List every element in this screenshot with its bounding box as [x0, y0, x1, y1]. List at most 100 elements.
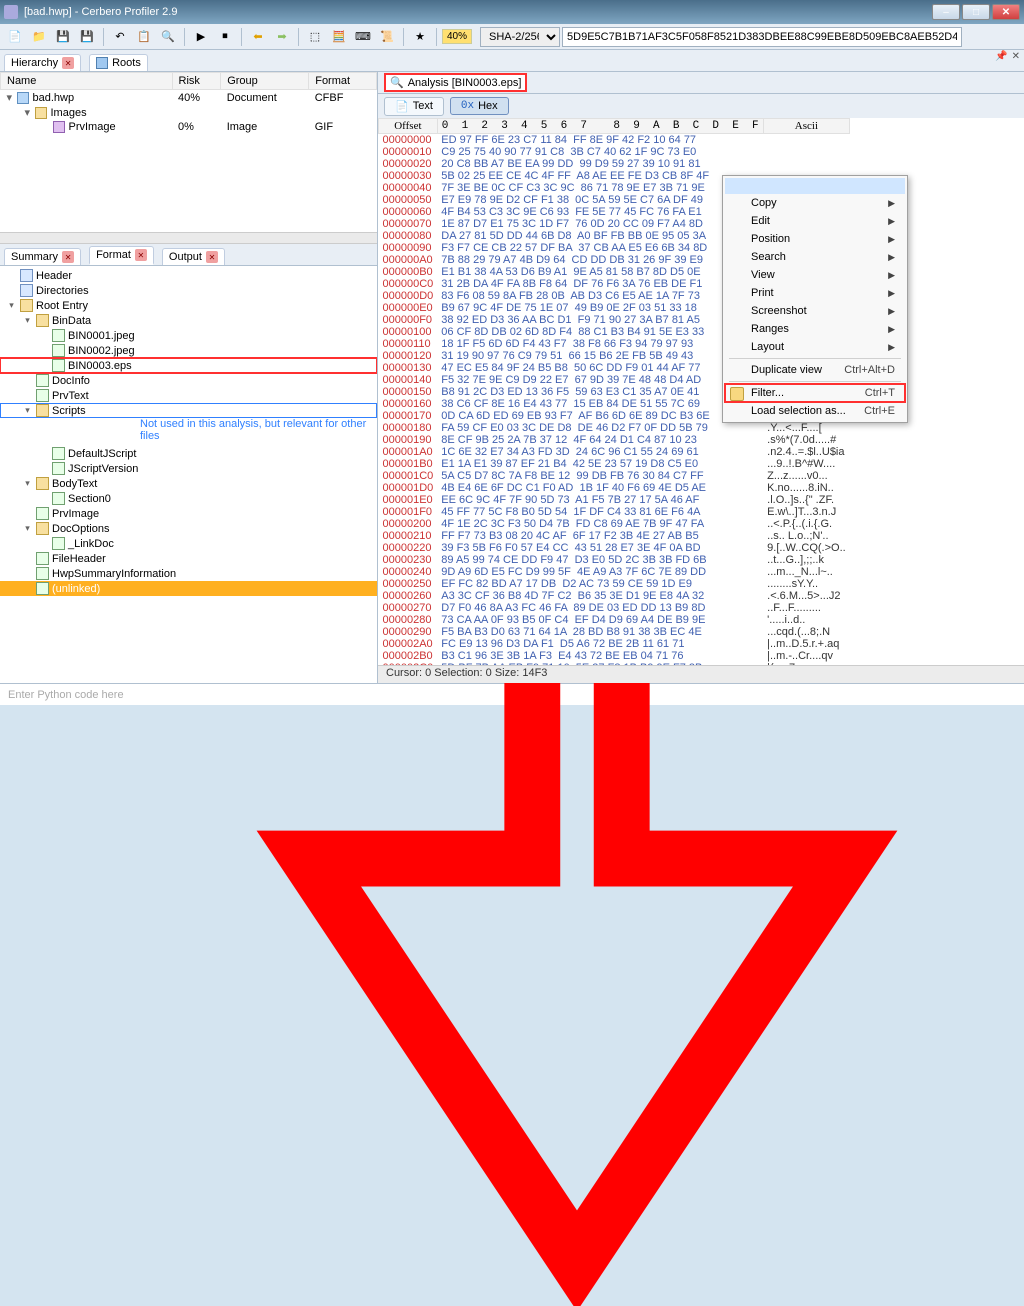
hex-row[interactable]: 00000270D7 F0 46 8A A3 FC 46 FA 89 DE 03… [379, 602, 850, 614]
save-as-icon[interactable]: 💾 [76, 27, 98, 47]
tree-item[interactable]: BIN0001.jpeg [0, 328, 377, 343]
table-row[interactable]: ▾Images [1, 105, 377, 120]
hex-row[interactable]: 0000028073 CA AA 0F 93 B5 0F C4 EF D4 D9… [379, 614, 850, 626]
hex-row[interactable]: 000001A01C 6E 32 E7 34 A3 FD 3D 24 6C 96… [379, 446, 850, 458]
tab-output[interactable]: Output✕ [162, 248, 225, 265]
tab-summary[interactable]: Summary✕ [4, 248, 81, 265]
script-icon[interactable]: 📜 [376, 27, 398, 47]
hex-row[interactable]: 000002409D A9 6D E5 FC D9 99 5F 4E A9 A3… [379, 566, 850, 578]
analysis-chip[interactable]: 🔍 Analysis [BIN0003.eps] [384, 73, 527, 92]
tree-item[interactable]: _LinkDoc [0, 536, 377, 551]
col-risk[interactable]: Risk [172, 73, 221, 90]
hex-icon[interactable]: ⬚ [304, 27, 326, 47]
tree-item[interactable]: FileHeader [0, 551, 377, 566]
nav-fwd-icon[interactable]: ➡ [271, 27, 293, 47]
terminal-icon[interactable]: ⌨ [352, 27, 374, 47]
format-tree[interactable]: HeaderDirectories▾Root Entry▾BinDataBIN0… [0, 266, 377, 683]
view-text-button[interactable]: 📄Text [384, 97, 444, 116]
hex-row[interactable]: 000001D04B E4 6E 6F DC C1 F0 AD 1B 1F 40… [379, 482, 850, 494]
undo-icon[interactable]: ↶ [109, 27, 131, 47]
ctx-load-selection[interactable]: Load selection as...Ctrl+E [725, 402, 905, 420]
hex-view[interactable]: Offset 0 1 2 3 4 5 6 7 8 9 A B C D E F A… [378, 118, 1024, 665]
ctx-layout[interactable]: Layout▶ [725, 338, 905, 356]
ctx-ranges[interactable]: Ranges▶ [725, 320, 905, 338]
col-name[interactable]: Name [1, 73, 173, 90]
run-icon[interactable]: ▶ [190, 27, 212, 47]
save-icon[interactable]: 💾 [52, 27, 74, 47]
tree-item[interactable]: HwpSummaryInformation [0, 566, 377, 581]
hex-row[interactable]: 000002C05D BF 7B AA EB F9 71 10 5E 37 F8… [379, 662, 850, 665]
tree-item[interactable]: ▾DocOptions [0, 521, 377, 536]
hash-value-field[interactable] [562, 27, 962, 47]
maximize-button[interactable]: □ [962, 4, 990, 20]
hex-row[interactable]: 00000290F5 BA B3 D0 63 71 64 1A 28 BD B8… [379, 626, 850, 638]
tree-item[interactable]: ▾Root Entry [0, 298, 377, 313]
new-icon[interactable]: 📄 [4, 27, 26, 47]
minimize-button[interactable]: – [932, 4, 960, 20]
python-input[interactable]: Enter Python code here [0, 683, 1024, 705]
hex-row[interactable]: 000002B0B3 C1 96 3E 3B 1A F3 E4 43 72 BE… [379, 650, 850, 662]
ctx-search[interactable]: Search▶ [725, 248, 905, 266]
close-button[interactable]: ✕ [992, 4, 1020, 20]
table-row[interactable]: ▾bad.hwp40%DocumentCFBF [1, 90, 377, 106]
hex-row[interactable]: 00000010C9 25 75 40 90 77 91 C8 3B C7 40… [379, 146, 850, 158]
tree-item[interactable]: Directories [0, 283, 377, 298]
tree-item[interactable]: BIN0003.eps [0, 358, 377, 373]
hex-row[interactable]: 00000260A3 3C CF 36 B8 4D 7F C2 B6 35 3E… [379, 590, 850, 602]
tab-format[interactable]: Format✕ [89, 246, 154, 265]
tree-item[interactable]: JScriptVersion [0, 461, 377, 476]
panel-close-icon[interactable]: ✕ [1012, 51, 1020, 62]
tab-roots[interactable]: Roots [89, 54, 148, 71]
hex-row[interactable]: 0000023089 A5 99 74 CE DD F9 47 D3 E0 5D… [379, 554, 850, 566]
close-icon[interactable]: ✕ [206, 251, 218, 263]
ctx-position[interactable]: Position▶ [725, 230, 905, 248]
hex-row[interactable]: 000001B0E1 1A E1 39 87 EF 21 B4 42 5E 23… [379, 458, 850, 470]
ctx-selected-blank[interactable] [725, 178, 905, 194]
tab-hierarchy[interactable]: Hierarchy ✕ [4, 54, 81, 71]
close-icon[interactable]: ✕ [135, 249, 147, 261]
view-hex-button[interactable]: 0xHex [450, 97, 509, 115]
bookmark-icon[interactable]: ★ [409, 27, 431, 47]
hex-row[interactable]: 00000000ED 97 FF 6E 23 C7 11 84 FF 8E 9F… [379, 134, 850, 147]
pin-icon[interactable]: 📌 [995, 51, 1007, 62]
close-icon[interactable]: ✕ [62, 251, 74, 263]
hex-row[interactable]: 000001C05A C5 D7 8C 7A F8 BE 12 99 DB FB… [379, 470, 850, 482]
copy-icon[interactable]: 📋 [133, 27, 155, 47]
close-icon[interactable]: ✕ [62, 57, 74, 69]
hex-row[interactable]: 000001E0EE 6C 9C 4F 7F 90 5D 73 A1 F5 7B… [379, 494, 850, 506]
hex-row[interactable]: 00000250EF FC 82 BD A7 17 DB D2 AC 73 59… [379, 578, 850, 590]
hex-row[interactable]: 0000022039 F3 5B F6 F0 57 E4 CC 43 51 28… [379, 542, 850, 554]
ctx-filter[interactable]: Filter...Ctrl+T [725, 384, 905, 402]
open-icon[interactable]: 📁 [28, 27, 50, 47]
hash-algo-select[interactable]: SHA-2/256 [480, 27, 560, 47]
hex-row[interactable]: 000001F045 FF 77 5C F8 B0 5D 54 1F DF C4… [379, 506, 850, 518]
tree-item[interactable]: (unlinked) [0, 581, 377, 596]
tree-item[interactable]: DocInfo [0, 373, 377, 388]
hex-row[interactable]: 000002A0FC E9 13 96 D3 DA F1 D5 A6 72 BE… [379, 638, 850, 650]
hex-row[interactable]: 00000180FA 59 CF E0 03 3C DE D8 DE 46 D2… [379, 422, 850, 434]
file-table[interactable]: Name Risk Group Format ▾bad.hwp40%Docume… [0, 72, 377, 232]
hex-row[interactable]: 000002004F 1E 2C 3C F3 50 D4 7B FD C8 69… [379, 518, 850, 530]
tree-item[interactable]: ▾BinData [0, 313, 377, 328]
ctx-copy[interactable]: Copy▶ [725, 194, 905, 212]
tree-item[interactable]: PrvImage [0, 506, 377, 521]
find-icon[interactable]: 🔍 [157, 27, 179, 47]
ctx-duplicate-view[interactable]: Duplicate viewCtrl+Alt+D [725, 361, 905, 379]
tree-item[interactable]: ▾Scripts [0, 403, 377, 418]
tree-item[interactable]: PrvText [0, 388, 377, 403]
col-group[interactable]: Group [221, 73, 309, 90]
ctx-edit[interactable]: Edit▶ [725, 212, 905, 230]
h-scrollbar[interactable] [0, 232, 377, 244]
tree-item[interactable]: Header [0, 268, 377, 283]
table-row[interactable]: PrvImage0%ImageGIF [1, 120, 377, 134]
ctx-screenshot[interactable]: Screenshot▶ [725, 302, 905, 320]
nav-back-icon[interactable]: ⬅ [247, 27, 269, 47]
hex-row[interactable]: 000001908E CF 9B 25 2A 7B 37 12 4F 64 24… [379, 434, 850, 446]
stop-icon[interactable]: ⏹ [214, 27, 236, 47]
tree-item[interactable]: DefaultJScript [0, 446, 377, 461]
tree-item[interactable]: BIN0002.jpeg [0, 343, 377, 358]
hex-row[interactable]: 00000210FF F7 73 B3 08 20 4C AF 6F 17 F2… [379, 530, 850, 542]
col-format[interactable]: Format [309, 73, 377, 90]
ctx-view[interactable]: View▶ [725, 266, 905, 284]
ctx-print[interactable]: Print▶ [725, 284, 905, 302]
